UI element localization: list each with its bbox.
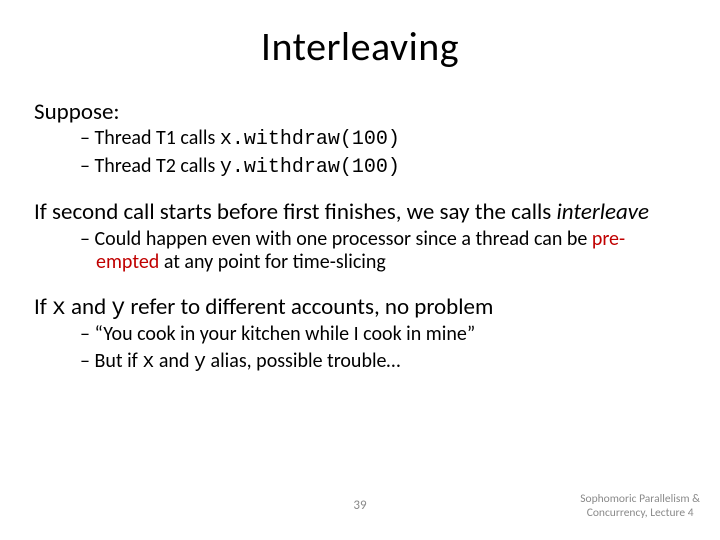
list-item: Could happen even with one processor sin… <box>80 228 686 274</box>
lead-accounts: If x and y refer to different accounts, … <box>34 294 686 321</box>
text: But if <box>94 349 142 373</box>
block-accounts: If x and y refer to different accounts, … <box>34 294 686 374</box>
text: Could happen even with one processor sin… <box>94 227 591 251</box>
list-item: Thread T2 calls y.withdraw(100) <box>80 155 686 179</box>
code-text: x <box>52 295 66 321</box>
list-item: But if x and y alias, possible trouble… <box>80 350 686 374</box>
lead-interleave: If second call starts before first finis… <box>34 199 686 225</box>
slide-body: Suppose: Thread T1 calls x.withdraw(100)… <box>34 99 686 374</box>
lead-suppose: Suppose: <box>34 99 686 125</box>
slide-title: Interleaving <box>34 22 686 71</box>
text: alias, possible trouble… <box>206 349 400 373</box>
footer-credit: Sophomoric Parallelism & Concurrency, Le… <box>580 492 700 521</box>
block-suppose: Suppose: Thread T1 calls x.withdraw(100)… <box>34 99 686 179</box>
text: If second call starts before first finis… <box>34 198 557 226</box>
code-text: y <box>111 295 125 321</box>
code-text: x.withdraw(100) <box>220 128 400 151</box>
slide: Interleaving Suppose: Thread T1 calls x.… <box>0 0 720 540</box>
block-interleave: If second call starts before first finis… <box>34 199 686 273</box>
text: Thread T2 calls <box>94 154 219 178</box>
list-item: Thread T1 calls x.withdraw(100) <box>80 127 686 151</box>
text: refer to different accounts, no problem <box>125 293 493 321</box>
footer: 39 Sophomoric Parallelism & Concurrency,… <box>0 492 720 526</box>
list-item: “You cook in your kitchen while I cook i… <box>80 323 686 346</box>
text: If <box>34 293 52 321</box>
text: and <box>66 293 112 321</box>
code-text: y <box>194 351 206 374</box>
text: at any point for time-slicing <box>159 250 386 274</box>
text: Thread T1 calls <box>94 126 219 150</box>
credit-line: Concurrency, Lecture 4 <box>587 506 694 520</box>
text: and <box>154 349 194 373</box>
code-text: x <box>142 351 154 374</box>
emph-text: interleave <box>557 198 650 226</box>
code-text: y.withdraw(100) <box>220 156 400 179</box>
credit-line: Sophomoric Parallelism & <box>580 492 700 506</box>
text: “You cook in your kitchen while I cook i… <box>94 322 475 346</box>
